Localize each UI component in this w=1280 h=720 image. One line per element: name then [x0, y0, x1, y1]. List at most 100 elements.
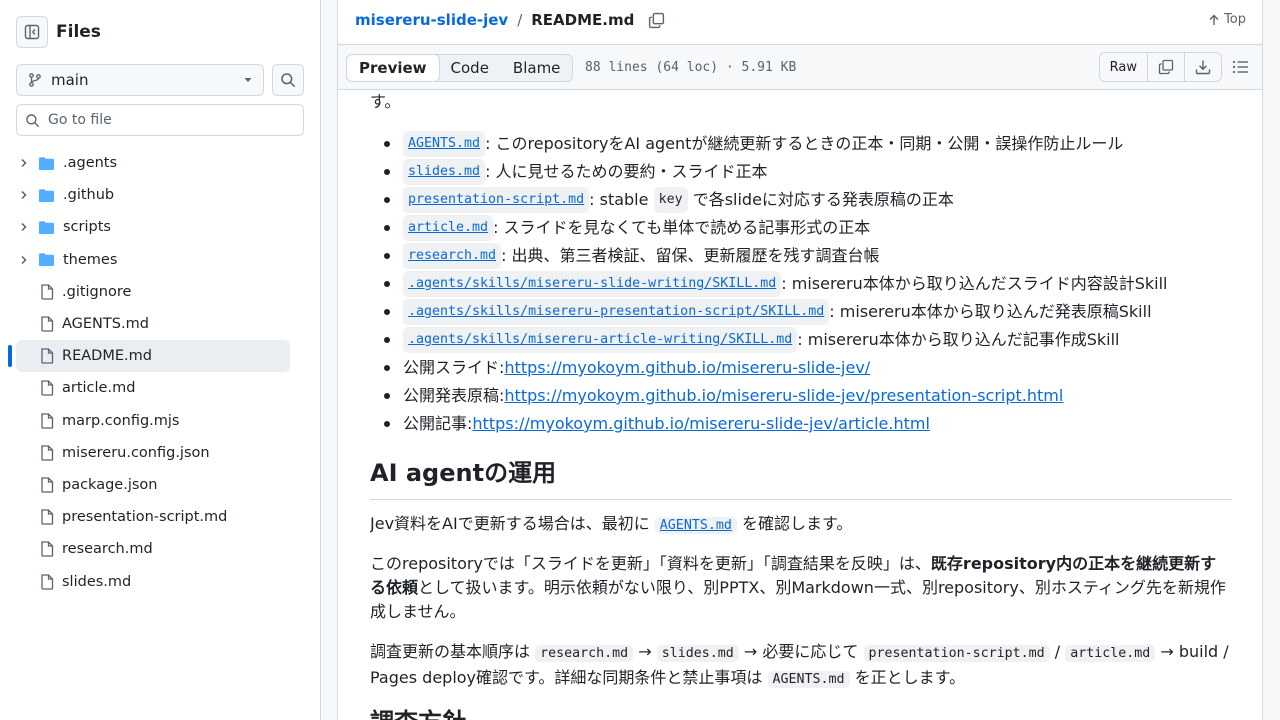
file-icon: [40, 573, 54, 590]
go-to-file-input[interactable]: [48, 112, 288, 128]
file-info: 88 lines (64 loc) · 5.91 KB: [585, 60, 797, 75]
list-item: 公開発表原稿: https://myokoym.github.io/misere…: [370, 382, 1168, 410]
download-icon: [1195, 60, 1211, 75]
chevron-right-icon[interactable]: [16, 221, 32, 233]
copy-raw-button[interactable]: [1147, 53, 1184, 81]
search-files-button[interactable]: [272, 64, 304, 96]
collapse-sidebar-button[interactable]: [16, 16, 48, 48]
tree-item-package-json[interactable]: package.json: [16, 469, 290, 501]
doc-link[interactable]: AGENTS.md: [403, 131, 486, 157]
tree-item-readme[interactable]: README.md: [8, 340, 290, 373]
outline-button[interactable]: [1232, 59, 1250, 75]
tree-item-scripts[interactable]: scripts: [16, 211, 290, 243]
download-button[interactable]: [1184, 53, 1221, 81]
list-item: research.md: 出典、第三者検証、留保、更新履歴を残す調査台帳: [370, 242, 1168, 270]
selected-indicator: [8, 345, 12, 368]
doc-link[interactable]: .agents/skills/misereru-article-writing/…: [403, 327, 798, 353]
tree-item-label: .gitignore: [62, 283, 132, 300]
file-icon: [40, 284, 54, 300]
copy-icon: [649, 12, 665, 28]
copy-path-button[interactable]: [648, 12, 665, 29]
list-icon: [1232, 60, 1248, 74]
tree-item-label: research.md: [62, 541, 153, 558]
chevron-right-icon[interactable]: [16, 254, 32, 266]
arrow-up-icon: [1209, 14, 1219, 25]
branch-name: main: [51, 71, 89, 89]
folder-icon: [38, 252, 55, 267]
file-icon: [40, 509, 54, 525]
chevron-right-icon[interactable]: [16, 189, 32, 201]
tree-item-label: package.json: [62, 476, 158, 493]
doc-link[interactable]: article.md: [403, 215, 494, 241]
list-item: AGENTS.md: このrepositoryをAI agentが継続更新すると…: [370, 130, 1168, 158]
agents-md-link[interactable]: AGENTS.md: [654, 517, 737, 534]
back-to-top-button[interactable]: Top: [1208, 12, 1246, 27]
tree-item-presentation-script[interactable]: presentation-script.md: [16, 501, 290, 533]
go-to-file-field[interactable]: [16, 104, 304, 136]
breadcrumb-file: README.md: [531, 11, 635, 29]
paragraph-text: このrepositoryでは「スライドを更新」「資料を更新」「調査結果を反映」は…: [370, 554, 931, 573]
file-toolbar: Preview Code Blame 88 lines (64 loc) · 5…: [338, 44, 1262, 90]
list-item-label: 公開記事:: [403, 414, 473, 433]
paragraph-text: Jev資料をAIで更新する場合は、最初に: [370, 514, 650, 533]
list-item: 公開スライド: https://myokoym.github.io/misere…: [370, 354, 1168, 382]
tree-item-label: AGENTS.md: [62, 316, 149, 333]
tree-item-themes[interactable]: themes: [16, 244, 290, 276]
inline-code: research.md: [535, 645, 634, 662]
tree-item-article[interactable]: article.md: [16, 372, 290, 404]
paragraph: 調査更新の基本順序は research.md → slides.md → 必要に…: [370, 640, 1232, 692]
sidebar-collapse-icon: [24, 24, 40, 40]
tree-item-gitignore[interactable]: .gitignore: [16, 276, 290, 308]
public-slides-link[interactable]: https://myokoym.github.io/misereru-slide…: [504, 356, 870, 380]
inline-code: article.md: [1065, 645, 1156, 662]
file-tree: .agents .github scripts themes .gitignor…: [8, 147, 290, 598]
paragraph-text: →: [638, 642, 652, 661]
paragraph-text: を正とします。: [854, 668, 966, 687]
search-icon: [281, 73, 295, 87]
inline-code: key: [653, 187, 688, 213]
folder-icon: [38, 188, 55, 203]
doc-link[interactable]: presentation-script.md: [403, 187, 590, 213]
tree-item-marp-config[interactable]: marp.config.mjs: [16, 405, 290, 437]
breadcrumb-repo-link[interactable]: misereru-slide-jev: [355, 11, 508, 29]
tree-item-label: misereru.config.json: [62, 444, 210, 461]
tree-item-agents[interactable]: .agents: [16, 147, 290, 179]
tab-blame[interactable]: Blame: [501, 55, 573, 81]
section-heading: 調査方針: [370, 710, 466, 720]
list-item-text: : このrepositoryをAI agentが継続更新するときの正本・同期・公…: [485, 134, 1124, 153]
doc-link[interactable]: .agents/skills/misereru-slide-writing/SK…: [403, 271, 782, 297]
branch-selector[interactable]: main: [16, 64, 264, 96]
view-mode-tabs: Preview Code Blame: [346, 54, 574, 82]
tab-preview[interactable]: Preview: [346, 54, 440, 82]
tab-code[interactable]: Code: [439, 55, 501, 81]
public-script-link[interactable]: https://myokoym.github.io/misereru-slide…: [504, 384, 1063, 408]
git-branch-icon: [29, 73, 41, 87]
tree-item-label: .github: [63, 187, 115, 204]
doc-link[interactable]: research.md: [403, 243, 502, 269]
tree-item-research[interactable]: research.md: [16, 533, 290, 565]
doc-link[interactable]: .agents/skills/misereru-presentation-scr…: [403, 299, 830, 325]
inline-code: AGENTS.md: [767, 671, 850, 688]
tree-item-github[interactable]: .github: [16, 179, 290, 211]
tree-item-slides[interactable]: slides.md: [16, 565, 290, 597]
file-icon: [40, 412, 54, 429]
file-list: AGENTS.md: このrepositoryをAI agentが継続更新すると…: [370, 130, 1168, 438]
tree-item-agents-md[interactable]: AGENTS.md: [16, 308, 290, 340]
paragraph-text: 調査更新の基本順序は: [370, 642, 531, 661]
list-item-text: : misereru本体から取り込んだスライド内容設計Skill: [781, 274, 1168, 293]
tree-item-misereru-config[interactable]: misereru.config.json: [16, 437, 290, 469]
breadcrumb-separator: /: [517, 11, 523, 29]
chevron-right-icon[interactable]: [16, 157, 32, 169]
file-icon: [40, 541, 54, 557]
tree-item-label: .agents: [63, 155, 118, 172]
sidebar-header: Files: [16, 16, 101, 48]
public-article-link[interactable]: https://myokoym.github.io/misereru-slide…: [472, 412, 929, 436]
raw-button[interactable]: Raw: [1100, 53, 1147, 81]
paragraph: Jev資料をAIで更新する場合は、最初に AGENTS.md を確認します。: [370, 512, 1232, 538]
paragraph-text: として扱います。明示依頼がない限り、別PPTX、別Markdown一式、別rep…: [370, 578, 1226, 621]
doc-link[interactable]: slides.md: [403, 159, 486, 185]
tree-item-label: themes: [63, 251, 118, 268]
list-item: presentation-script.md: stable key で各sli…: [370, 186, 1168, 214]
tree-item-label: slides.md: [62, 573, 132, 590]
list-item: slides.md: 人に見せるための要約・スライド正本: [370, 158, 1168, 186]
